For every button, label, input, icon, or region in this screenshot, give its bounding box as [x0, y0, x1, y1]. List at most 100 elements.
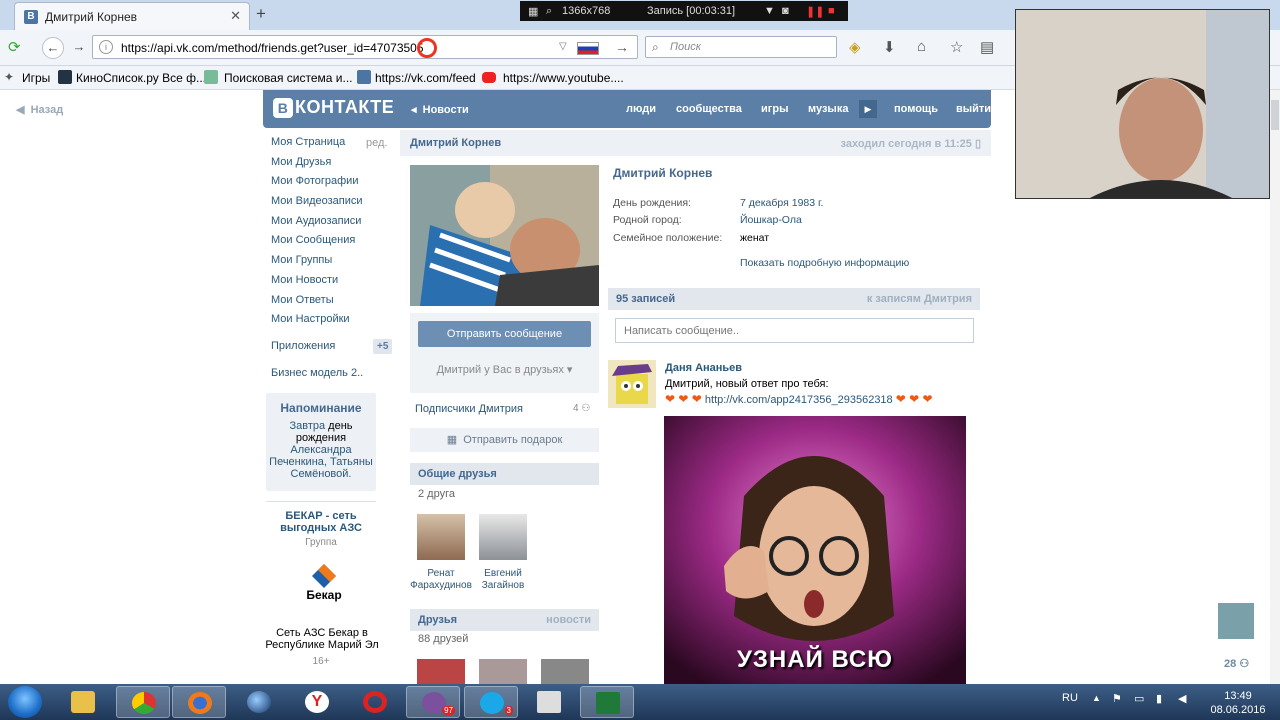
menu-my-videos[interactable]: Мои Видеозаписи [271, 195, 391, 215]
menu-my-news[interactable]: Мои Новости [271, 274, 391, 294]
download-icon[interactable]: ⬇ [883, 38, 896, 56]
extension-icon[interactable]: ⟳ [8, 38, 21, 56]
reminder-person-alexandra[interactable]: Александра [290, 444, 351, 456]
taskbar-skype[interactable]: 3 [464, 686, 518, 718]
friends-news-link[interactable]: новости [546, 614, 591, 626]
post-author-avatar[interactable] [608, 360, 656, 408]
bookmark-search-system[interactable]: Поисковая система и... [224, 71, 353, 85]
birthday-value[interactable]: 7 декабря 1983 г. [740, 197, 823, 209]
new-tab-button[interactable]: + [256, 4, 266, 24]
menu-my-answers[interactable]: Мои Ответы [271, 294, 391, 314]
stop-icon[interactable]: ■ [828, 5, 835, 17]
reminder-person-tatiana[interactable]: Татьяны [330, 456, 373, 468]
menu-my-friends[interactable]: Мои Друзья [271, 156, 391, 176]
nav-music[interactable]: музыка [808, 103, 848, 115]
address-bar[interactable]: i https://api.vk.com/method/friends.get?… [92, 35, 638, 59]
start-button[interactable] [8, 686, 42, 718]
friends-header[interactable]: Друзья новости [410, 609, 599, 631]
send-message-button[interactable]: Отправить сообщение [418, 321, 591, 347]
search-input[interactable]: ⌕ Поиск [645, 36, 837, 58]
scrollbar-thumb[interactable] [1271, 100, 1279, 130]
friend-avatar[interactable] [417, 659, 465, 684]
reminder-person-semenova[interactable]: Семёновой. [291, 468, 352, 480]
show-more-info-link[interactable]: Показать подробную информацию [740, 257, 909, 269]
reminder-person-pechenkina[interactable]: Печенкина, [269, 456, 327, 468]
send-gift-button[interactable]: ▦ Отправить подарок [410, 428, 599, 452]
bookmark-games[interactable]: Игры [22, 71, 50, 85]
bookmark-star-icon[interactable]: ☆ [950, 38, 963, 56]
post-image[interactable]: УЗНАЙ ВСЮ [664, 416, 966, 684]
taskbar-opera[interactable] [348, 686, 402, 718]
browser-tab[interactable]: В Дмитрий Корнев ✕ [14, 2, 250, 30]
tray-expand-icon[interactable]: ▲ [1092, 693, 1101, 703]
nav-games[interactable]: игры [761, 103, 788, 115]
wall-post-count[interactable]: 95 записей [616, 293, 675, 305]
bekar-logo[interactable]: Бекар [304, 562, 344, 608]
common-friends-header[interactable]: Общие друзья [410, 463, 599, 485]
profile-photo[interactable] [410, 165, 599, 306]
nav-logout[interactable]: выйти [956, 103, 991, 115]
wall-owner-posts-link[interactable]: к записям Дмитрия [867, 293, 972, 305]
edit-link[interactable]: ред. [366, 137, 387, 149]
taskbar-globe[interactable] [232, 686, 286, 718]
nav-help[interactable]: помощь [894, 103, 938, 115]
bookmark-youtube[interactable]: https://www.youtube.... [503, 71, 624, 85]
menu-apps[interactable]: Приложения [271, 340, 335, 352]
nav-news[interactable]: ◂ Новости [411, 103, 469, 116]
reminder-tomorrow-link[interactable]: Завтра [289, 420, 325, 432]
back-link[interactable]: ◀ Назад [16, 103, 63, 116]
network-icon[interactable]: ▮ [1156, 692, 1162, 705]
friend-avatar[interactable] [541, 659, 589, 684]
taskbar-viber[interactable]: 97 [406, 686, 460, 718]
flag-icon[interactable]: ⚑ [1112, 692, 1122, 705]
taskbar-explorer[interactable] [56, 686, 110, 718]
go-arrow-icon[interactable]: → [615, 39, 629, 55]
friend-avatar[interactable] [417, 514, 465, 560]
vk-logo[interactable]: В КОНТАКТЕ [273, 97, 394, 118]
taskbar-firefox[interactable] [172, 686, 226, 718]
menu-business-model[interactable]: Бизнес модель 2.. [271, 367, 363, 379]
forward-button[interactable]: → [68, 37, 90, 59]
close-tab-icon[interactable]: ✕ [230, 8, 241, 24]
friend-avatar[interactable] [479, 659, 527, 684]
friend-avatar[interactable] [479, 514, 527, 560]
camera-icon[interactable]: ◙ [782, 5, 789, 17]
subscribers-link[interactable]: Подписчики Дмитрия [415, 403, 523, 415]
dropdown-icon[interactable]: ▼ [764, 5, 775, 17]
reading-list-icon[interactable]: ▤ [980, 38, 994, 56]
wall-post-input[interactable]: Написать сообщение.. [615, 318, 974, 343]
addon-icon[interactable]: ◈ [849, 38, 861, 56]
menu-my-settings[interactable]: Мои Настройки [271, 313, 391, 333]
menu-my-groups[interactable]: Мои Группы [271, 254, 391, 274]
menu-my-messages[interactable]: Мои Сообщения [271, 234, 391, 254]
clock[interactable]: 13:49 08.06.2016 [1206, 689, 1270, 717]
back-button[interactable]: ← [42, 37, 64, 59]
monitor-icon[interactable]: ▭ [1134, 692, 1144, 705]
taskbar-excel[interactable] [580, 686, 634, 718]
pause-icon[interactable]: ❚❚ [806, 5, 824, 18]
home-icon[interactable]: ⌂ [917, 38, 926, 55]
taskbar-yandex[interactable]: Y [290, 686, 344, 718]
play-icon[interactable]: ▶ [859, 100, 877, 118]
info-icon[interactable]: i [99, 40, 113, 54]
apps-count-badge[interactable]: +5 [373, 339, 393, 354]
nav-communities[interactable]: сообщества [676, 103, 742, 115]
nav-people[interactable]: люди [626, 103, 656, 115]
volume-icon[interactable]: ◀ [1178, 692, 1186, 705]
friend-name[interactable]: Евгений Загайнов [468, 568, 538, 592]
scrollbar[interactable] [1270, 90, 1280, 684]
friend-name[interactable]: Ренат Фарахудинов [406, 568, 476, 592]
online-friends-count[interactable]: 28 ⚇ [1224, 657, 1249, 670]
bookmark-kinospisok[interactable]: КиноСписок.ру Все ф... [76, 71, 206, 85]
input-language[interactable]: RU [1062, 692, 1078, 704]
taskbar-chrome[interactable] [116, 686, 170, 718]
post-link[interactable]: http://vk.com/app2417356_293562318 [705, 394, 893, 406]
ad-title[interactable]: БЕКАР - сеть выгодных АЗС [266, 510, 376, 534]
post-author-name[interactable]: Даня Ананьев [665, 362, 742, 374]
hometown-value[interactable]: Йошкар-Ола [740, 214, 802, 226]
ad-description[interactable]: Сеть АЗС Бекар в Республике Марий Эл [262, 627, 382, 651]
online-friend-avatar[interactable] [1218, 603, 1254, 639]
menu-my-photos[interactable]: Мои Фотографии [271, 175, 391, 195]
menu-my-audio[interactable]: Мои Аудиозаписи [271, 215, 391, 235]
bookmark-vk-feed[interactable]: https://vk.com/feed [375, 71, 476, 85]
